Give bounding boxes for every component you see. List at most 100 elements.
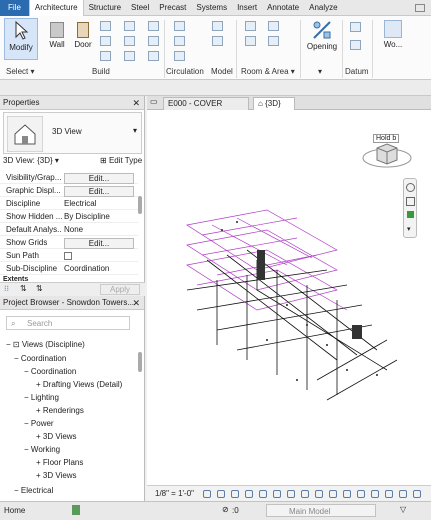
tree-node-coordination[interactable]: − Coordination <box>14 354 66 363</box>
column-icon[interactable] <box>100 51 111 61</box>
properties-close-icon[interactable]: ✕ <box>132 98 140 109</box>
steering-wheel-icon[interactable] <box>406 183 415 192</box>
browser-scrollbar[interactable] <box>138 352 142 372</box>
tab-insert[interactable]: Insert <box>232 0 262 16</box>
sort-icon[interactable]: ⁝⁝ <box>4 284 9 293</box>
visual-style-icon[interactable] <box>217 490 225 498</box>
level-icon[interactable] <box>350 22 361 32</box>
edit-type-button[interactable]: ⊞ Edit Type <box>100 156 142 165</box>
show-crop-icon[interactable] <box>287 490 295 498</box>
stair-icon[interactable] <box>174 51 185 61</box>
render-icon[interactable] <box>259 490 267 498</box>
sort-ascending-icon[interactable]: ⇅ <box>20 284 27 293</box>
roof-icon[interactable] <box>124 21 135 31</box>
tab-architecture[interactable]: Architecture <box>28 0 84 16</box>
green-marker-icon[interactable] <box>407 211 414 218</box>
viewcube[interactable]: Hold b <box>361 126 413 172</box>
model-line-icon[interactable] <box>212 36 223 46</box>
sun-path-checkbox[interactable] <box>64 252 72 260</box>
tree-node-lighting[interactable]: − Lighting <box>24 393 59 402</box>
view-options-icon[interactable] <box>399 490 407 498</box>
workset-icon[interactable] <box>72 505 80 515</box>
railing-icon[interactable] <box>174 21 185 31</box>
modify-button[interactable]: Modify <box>4 18 38 60</box>
tree-node-renderings[interactable]: + Renderings <box>36 406 84 415</box>
tab-precast[interactable]: Precast <box>154 0 191 16</box>
tree-node-working[interactable]: − Working <box>24 445 60 454</box>
3d-view-canvas[interactable]: Hold b ▾ <box>147 110 431 485</box>
detail-level-icon[interactable] <box>203 490 211 498</box>
view-scale[interactable]: 1/8" = 1'-0" <box>155 489 194 498</box>
apply-button[interactable]: Apply <box>100 284 140 295</box>
lock-view-icon[interactable] <box>301 490 309 498</box>
tree-node-3d-views-working[interactable]: + 3D Views <box>36 471 77 480</box>
prop-edit-button[interactable]: Edit... <box>64 173 134 184</box>
area-icon[interactable] <box>268 36 279 46</box>
prop-edit-button[interactable]: Edit... <box>64 238 134 249</box>
tab-menu-icon[interactable]: ▭ <box>150 97 158 106</box>
properties-scrollbar[interactable] <box>138 196 142 214</box>
tree-node-coordination-sub[interactable]: − Coordination <box>24 367 76 376</box>
tree-node-electrical[interactable]: − Electrical <box>14 486 53 495</box>
filter-icon[interactable]: ▽ <box>400 505 406 514</box>
curtain-system-icon[interactable] <box>148 21 159 31</box>
prop-value[interactable]: Coordination <box>64 264 134 273</box>
chevron-down-icon[interactable]: ▾ <box>407 225 411 233</box>
tab-steel[interactable]: Steel <box>126 0 154 16</box>
component-icon[interactable] <box>100 36 111 46</box>
prop-value[interactable]: Electrical <box>64 199 134 208</box>
tab-annotate[interactable]: Annotate <box>262 0 304 16</box>
tree-node-floor-plans[interactable]: + Floor Plans <box>36 458 83 467</box>
prop-value[interactable]: None <box>64 225 134 234</box>
room-area-group-label[interactable]: Room & Area ▾ <box>241 67 295 76</box>
wall-button[interactable]: Wall <box>46 22 68 49</box>
sort-descending-icon[interactable]: ⇅ <box>36 284 43 293</box>
browser-search-input[interactable]: ⌕ Search <box>6 316 130 330</box>
analytical-model-icon[interactable] <box>357 490 365 498</box>
tree-node-views[interactable]: − ⊡ Views (Discipline) <box>6 340 85 349</box>
tree-node-3d-views[interactable]: + 3D Views <box>36 432 77 441</box>
browser-close-icon[interactable]: ✕ <box>132 298 140 309</box>
highlight-displacement-icon[interactable] <box>371 490 379 498</box>
tag-room-icon[interactable] <box>268 21 279 31</box>
reveal-constraints-icon[interactable] <box>385 490 393 498</box>
ceiling-icon[interactable] <box>124 36 135 46</box>
tree-node-power[interactable]: − Power <box>24 419 54 428</box>
work-plane-button[interactable]: Wo... <box>378 20 408 49</box>
select-dropdown[interactable]: Select ▾ <box>6 67 34 76</box>
curtain-grid-icon[interactable] <box>148 36 159 46</box>
opening-group-dropdown[interactable]: ▾ <box>318 67 322 76</box>
door-button[interactable]: Door <box>72 22 94 49</box>
worksharing-icon[interactable] <box>343 490 351 498</box>
room-separator-icon[interactable] <box>245 36 256 46</box>
view-tab-cover-sheet[interactable]: E000 - COVER SHEET <box>163 97 249 120</box>
design-option-dropdown[interactable]: Main Model <box>266 504 376 517</box>
mullion-icon[interactable] <box>148 51 159 61</box>
shadows-icon[interactable] <box>245 490 253 498</box>
window-icon[interactable] <box>100 21 111 31</box>
ramp-icon[interactable] <box>174 36 185 46</box>
opening-button[interactable]: Opening <box>304 20 340 51</box>
reveal-hidden-icon[interactable] <box>329 490 337 498</box>
sun-path-icon[interactable] <box>231 490 239 498</box>
tab-file[interactable]: File <box>0 0 29 16</box>
more-options-icon[interactable] <box>413 490 421 498</box>
zoom-icon[interactable] <box>406 197 415 206</box>
instance-selector[interactable]: 3D View: {3D} ▾ <box>3 156 91 168</box>
selection-filter-icon[interactable]: ⊘ <box>222 505 229 514</box>
room-icon[interactable] <box>245 21 256 31</box>
tab-structure[interactable]: Structure <box>84 0 126 16</box>
temporary-hide-icon[interactable] <box>315 490 323 498</box>
prop-edit-button[interactable]: Edit... <box>64 186 134 197</box>
tab-systems[interactable]: Systems <box>191 0 232 16</box>
tab-analyze[interactable]: Analyze <box>304 0 342 16</box>
model-text-icon[interactable] <box>212 21 223 31</box>
floor-icon[interactable] <box>124 51 135 61</box>
grid-icon[interactable] <box>350 40 361 50</box>
prop-value[interactable]: By Discipline <box>64 212 134 221</box>
tree-node-drafting-views[interactable]: + Drafting Views (Detail) <box>36 380 122 389</box>
crop-view-icon[interactable] <box>273 490 281 498</box>
view-tab-3d[interactable]: ⌂ {3D} <box>253 97 295 110</box>
ribbon-options-icon[interactable] <box>415 3 425 12</box>
type-selector[interactable]: 3D View ▾ <box>3 112 142 154</box>
